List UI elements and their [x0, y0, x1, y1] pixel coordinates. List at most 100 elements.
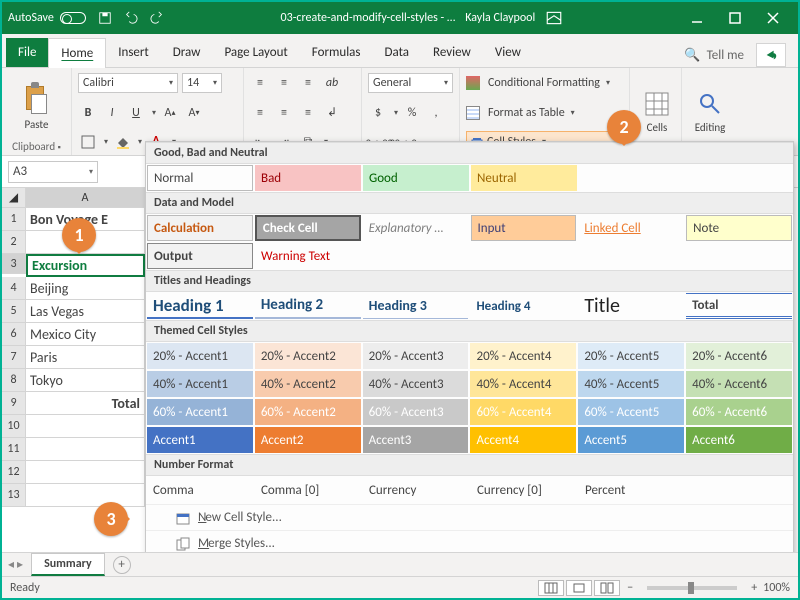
style-40-accent5[interactable]: 40% - Accent5 [578, 371, 684, 397]
editing-button[interactable]: Editing [689, 89, 731, 134]
style-accent4[interactable]: Accent4 [470, 427, 576, 453]
cell-a4[interactable]: Beijing [26, 277, 145, 300]
tab-data[interactable]: Data [373, 38, 422, 67]
accounting-button[interactable]: $ [368, 103, 388, 123]
style-linked-cell[interactable]: Linked Cell [578, 215, 684, 241]
style-heading2[interactable]: Heading 2 [255, 293, 361, 319]
cells-button[interactable]: Cells [636, 89, 678, 134]
style-currency0[interactable]: Currency [0] [471, 477, 577, 503]
cell-a7[interactable]: Paris [26, 346, 145, 369]
cell-a12[interactable] [26, 461, 145, 484]
grow-font-button[interactable]: A▴ [160, 103, 180, 123]
style-60-accent3[interactable]: 60% - Accent3 [363, 399, 469, 425]
name-box[interactable]: A3▾ [8, 161, 98, 183]
row-header-8[interactable]: 8 [2, 369, 26, 392]
share-button[interactable] [756, 43, 786, 67]
style-calculation[interactable]: Calculation [147, 215, 253, 241]
bold-button[interactable]: B [78, 103, 98, 123]
style-warning-text[interactable]: Warning Text [255, 243, 361, 269]
style-explanatory[interactable]: Explanatory … [363, 215, 469, 241]
style-20-accent2[interactable]: 20% - Accent2 [255, 343, 361, 369]
percent-button[interactable]: % [402, 103, 422, 123]
format-as-table-button[interactable]: Format as Table▾ [466, 102, 623, 124]
italic-button[interactable]: I [102, 103, 122, 123]
tab-view[interactable]: View [483, 38, 533, 67]
row-header-9[interactable]: 9 [2, 392, 26, 415]
style-output[interactable]: Output [147, 243, 253, 269]
ribbon-options-icon[interactable] [545, 9, 563, 27]
wrap-text-button[interactable]: ↲ [322, 103, 342, 123]
row-header-5[interactable]: 5 [2, 300, 26, 323]
style-accent3[interactable]: Accent3 [363, 427, 469, 453]
add-sheet-button[interactable]: + [113, 556, 131, 574]
zoom-in-button[interactable]: + [751, 581, 757, 595]
style-bad[interactable]: Bad [255, 165, 361, 191]
view-normal-button[interactable] [538, 580, 564, 596]
tab-file[interactable]: File [6, 38, 48, 67]
cell-a6[interactable]: Mexico City [26, 323, 145, 346]
cell-a8[interactable]: Tokyo [26, 369, 145, 392]
row-header-3[interactable]: 3 [2, 254, 26, 274]
select-all-corner[interactable]: ◢ [2, 188, 26, 208]
align-left-button[interactable]: ≡ [250, 103, 270, 123]
style-60-accent2[interactable]: 60% - Accent2 [255, 399, 361, 425]
style-accent6[interactable]: Accent6 [686, 427, 792, 453]
align-top-button[interactable]: ≡ [250, 73, 270, 93]
style-total[interactable]: Total [686, 293, 792, 319]
style-note[interactable]: Note [686, 215, 792, 241]
style-40-accent1[interactable]: 40% - Accent1 [147, 371, 253, 397]
tab-formulas[interactable]: Formulas [300, 38, 373, 67]
tab-page-layout[interactable]: Page Layout [212, 38, 299, 67]
sheet-nav-prev[interactable]: ◂ [8, 557, 14, 572]
minimize-button[interactable] [678, 2, 716, 34]
cell-a10[interactable] [26, 415, 145, 438]
style-neutral[interactable]: Neutral [471, 165, 577, 191]
align-bottom-button[interactable]: ≡ [298, 73, 318, 93]
row-header-6[interactable]: 6 [2, 323, 26, 346]
row-header-10[interactable]: 10 [2, 415, 26, 438]
zoom-slider[interactable] [647, 586, 737, 590]
underline-button[interactable]: U [126, 103, 146, 123]
borders-button[interactable] [78, 132, 98, 152]
cell-a13[interactable] [26, 484, 145, 507]
style-60-accent4[interactable]: 60% - Accent4 [470, 399, 576, 425]
row-header-7[interactable]: 7 [2, 346, 26, 369]
zoom-out-button[interactable]: − [627, 581, 633, 595]
style-currency[interactable]: Currency [363, 477, 469, 503]
style-60-accent5[interactable]: 60% - Accent5 [578, 399, 684, 425]
autosave-toggle[interactable] [60, 12, 86, 24]
maximize-button[interactable] [716, 2, 754, 34]
style-percent[interactable]: Percent [579, 477, 685, 503]
style-comma[interactable]: Comma [147, 477, 253, 503]
tab-draw[interactable]: Draw [161, 38, 213, 67]
conditional-formatting-button[interactable]: Conditional Formatting▾ [466, 72, 623, 94]
row-header-13[interactable]: 13 [2, 484, 26, 507]
row-header-4[interactable]: 4 [2, 277, 26, 300]
tab-insert[interactable]: Insert [106, 38, 161, 67]
undo-icon[interactable] [122, 9, 140, 27]
align-middle-button[interactable]: ≡ [274, 73, 294, 93]
style-heading4[interactable]: Heading 4 [470, 293, 576, 319]
style-40-accent3[interactable]: 40% - Accent3 [363, 371, 469, 397]
view-page-layout-button[interactable] [566, 580, 592, 596]
font-name-select[interactable]: Calibri▾ [78, 73, 178, 93]
cell-a9[interactable]: Total [26, 392, 145, 415]
style-check-cell[interactable]: Check Cell [255, 215, 361, 241]
font-size-select[interactable]: 14▾ [182, 73, 222, 93]
style-40-accent4[interactable]: 40% - Accent4 [470, 371, 576, 397]
style-60-accent6[interactable]: 60% - Accent6 [686, 399, 792, 425]
row-header-2[interactable]: 2 [2, 231, 26, 254]
style-good[interactable]: Good [363, 165, 469, 191]
sheet-tab-summary[interactable]: Summary [31, 553, 105, 576]
col-header-a[interactable]: A [26, 188, 145, 208]
redo-icon[interactable] [148, 9, 166, 27]
style-20-accent4[interactable]: 20% - Accent4 [470, 343, 576, 369]
style-20-accent3[interactable]: 20% - Accent3 [363, 343, 469, 369]
row-header-12[interactable]: 12 [2, 461, 26, 484]
style-input[interactable]: Input [471, 215, 577, 241]
style-40-accent6[interactable]: 40% - Accent6 [686, 371, 792, 397]
zoom-level[interactable]: 100% [763, 581, 790, 595]
style-accent2[interactable]: Accent2 [255, 427, 361, 453]
fill-color-button[interactable] [112, 132, 132, 152]
style-20-accent5[interactable]: 20% - Accent5 [578, 343, 684, 369]
